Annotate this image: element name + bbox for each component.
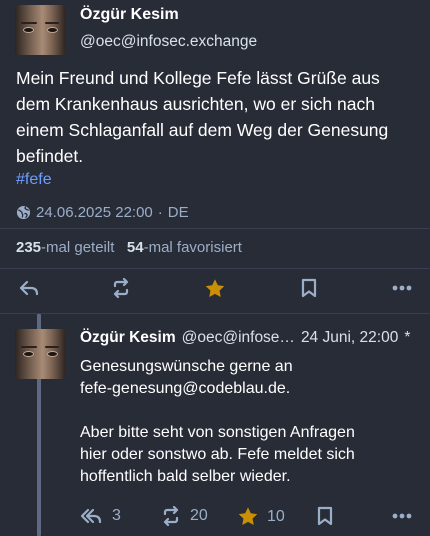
boost-count: 20 [190,507,208,524]
more-button[interactable] [391,278,413,298]
boosts-count[interactable]: 235 [16,239,41,256]
edited-marker: * [404,329,411,346]
favourites-label[interactable]: -mal favorisiert [144,239,242,256]
reply-author-avatar[interactable] [15,329,65,379]
post-meta: 24.06.2025 22:00 · DE [16,204,189,221]
star-icon [204,278,226,299]
boost-icon [160,506,182,526]
author-handle[interactable]: @oec@infosec.exchange [80,33,257,51]
reply-favourite-button[interactable]: 10 [237,506,285,527]
meta-separator: · [157,204,163,221]
author-name[interactable]: Özgür Kesim [80,6,179,24]
post-content: Mein Freund und Kollege Fefe lässt Grüße… [16,68,389,166]
reply-email-link[interactable]: fefe-genesung@codeblau.de. [80,378,410,400]
favourites-count[interactable]: 54 [127,239,144,256]
favourite-count: 10 [267,507,285,525]
reply-all-icon [80,506,104,526]
globe-icon [16,205,31,220]
bookmark-icon [300,278,318,298]
boost-icon [110,278,132,298]
reply-bookmark-button[interactable] [316,506,334,526]
boosts-label[interactable]: -mal geteilt [41,239,114,256]
reply-author-name[interactable]: Özgür Kesim [80,329,176,347]
star-icon [237,506,259,527]
post-stats: 235-mal geteilt 54-mal favorisiert [16,239,242,256]
bookmark-icon [316,506,334,526]
post-language: DE [167,204,189,221]
reply-content: Genesungswünsche gerne an fefe-genesung@… [80,356,410,488]
reply-author-handle[interactable]: @oec@infose… [182,329,295,347]
reply-time[interactable]: 24 Juni, 22:00 [301,329,398,347]
boost-button[interactable] [110,278,132,298]
reply-count: 3 [112,507,121,524]
reply-reply-button[interactable]: 3 [80,506,121,526]
reply-paragraph: Aber bitte seht von sonstigen Anfragen h… [80,424,355,485]
reply-line: Genesungswünsche gerne an [80,358,293,375]
reply-button[interactable] [18,278,40,298]
author-avatar[interactable] [15,5,65,55]
more-icon [391,506,413,526]
divider [0,268,430,269]
bookmark-button[interactable] [300,278,318,298]
more-icon [391,278,413,298]
divider [0,313,430,314]
post-timestamp[interactable]: 24.06.2025 22:00 [36,204,153,221]
reply-icon [18,278,40,298]
reply-boost-button[interactable]: 20 [160,506,208,526]
hashtag-link[interactable]: #fefe [16,171,52,189]
reply-header: Özgür Kesim @oec@infose… 24 Juni, 22:00 … [80,329,410,347]
divider [0,228,430,229]
favourite-button[interactable] [204,278,226,299]
reply-more-button[interactable] [391,506,413,526]
